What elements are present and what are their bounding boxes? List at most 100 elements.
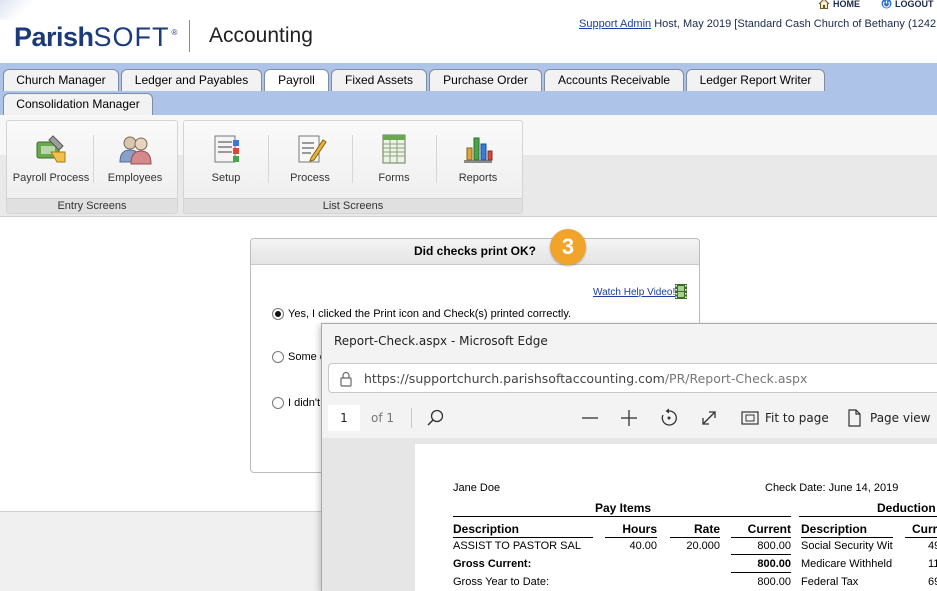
pdf-toolbar: 1 of 1 Fit to page Page view bbox=[322, 400, 937, 436]
tab-church-manager[interactable]: Church Manager bbox=[3, 69, 119, 91]
ded-col-description: Description bbox=[801, 522, 868, 536]
payroll-process-label: Payroll Process bbox=[12, 172, 90, 184]
option-label: I didn't bbox=[288, 397, 321, 409]
tab-accounts-receivable[interactable]: Accounts Receivable bbox=[544, 69, 684, 91]
tab-consolidation-manager[interactable]: Consolidation Manager bbox=[3, 93, 153, 115]
logout-label: LOGOUT bbox=[895, 0, 934, 9]
process-icon bbox=[298, 135, 327, 163]
col-underline bbox=[905, 537, 937, 538]
address-bar[interactable]: https://supportchurch.parishsoftaccounti… bbox=[328, 363, 937, 393]
employee-name: Jane Doe bbox=[453, 482, 501, 494]
edge-browser-window: Report-Check.aspx - Microsoft Edge https… bbox=[321, 323, 937, 591]
pdf-page: Jane Doe Check Date: June 14, 2019 Pay I… bbox=[415, 444, 937, 591]
page-view-icon[interactable] bbox=[843, 407, 865, 429]
process-button[interactable]: Process bbox=[268, 128, 352, 190]
reports-icon bbox=[464, 137, 493, 163]
home-label: HOME bbox=[833, 0, 860, 9]
col-underline bbox=[670, 537, 720, 538]
pay-row-current: 800.00 bbox=[757, 540, 791, 552]
tab-ledger-and-payables[interactable]: Ledger and Payables bbox=[121, 69, 262, 91]
option-label: Yes, I clicked the Print icon and Check(… bbox=[288, 308, 572, 320]
rotate-icon[interactable] bbox=[658, 407, 680, 429]
user-context: Host, May 2019 [Standard Cash Church of … bbox=[651, 18, 937, 30]
pdf-viewer[interactable]: Jane Doe Check Date: June 14, 2019 Pay I… bbox=[322, 438, 937, 591]
header-divider bbox=[189, 20, 190, 52]
payroll-process-button[interactable]: Payroll Process bbox=[9, 128, 93, 190]
col-underline bbox=[605, 537, 657, 538]
zoom-out-icon[interactable] bbox=[579, 407, 601, 429]
deduction-current: 49 bbox=[928, 540, 937, 552]
fit-to-page-icon[interactable] bbox=[739, 407, 761, 429]
logo-registered-mark: ® bbox=[171, 28, 178, 37]
user-info: Support Admin Host, May 2019 [Standard C… bbox=[579, 18, 936, 30]
pay-items-rule bbox=[453, 516, 791, 517]
col-underline bbox=[453, 537, 593, 538]
option-printed-correctly[interactable]: Yes, I clicked the Print icon and Check(… bbox=[272, 308, 571, 320]
reports-button[interactable]: Reports bbox=[436, 128, 520, 190]
watch-help-video-link[interactable]: Watch Help Video! bbox=[593, 287, 675, 298]
deductions-rule bbox=[799, 516, 937, 517]
setup-icon bbox=[214, 135, 239, 163]
setup-button[interactable]: Setup bbox=[184, 128, 268, 190]
gross-current-label: Gross Current: bbox=[453, 558, 532, 570]
forms-label: Forms bbox=[378, 172, 410, 184]
home-link[interactable]: HOME bbox=[818, 0, 860, 9]
forms-button[interactable]: Forms bbox=[352, 128, 436, 190]
window-title: Report-Check.aspx - Microsoft Edge bbox=[334, 334, 548, 348]
deduction-description: Medicare Withheld bbox=[801, 558, 893, 570]
option-some-checks[interactable]: Some c bbox=[272, 351, 325, 363]
zoom-in-icon[interactable] bbox=[618, 407, 640, 429]
deduction-current: 11 bbox=[928, 558, 937, 570]
module-tab-bar: Church Manager Ledger and Payables Payro… bbox=[0, 63, 937, 115]
film-icon[interactable] bbox=[675, 284, 687, 299]
logout-link[interactable]: LOGOUT bbox=[881, 0, 934, 9]
page-count: of 1 bbox=[371, 411, 395, 425]
page-view-button[interactable]: Page view bbox=[870, 411, 931, 425]
gross-rule bbox=[731, 572, 791, 573]
col-underline bbox=[731, 537, 791, 538]
col-description: Description bbox=[453, 522, 520, 536]
tab-purchase-order[interactable]: Purchase Order bbox=[429, 69, 542, 91]
gross-current-value: 800.00 bbox=[757, 558, 791, 570]
parishsoft-logo: ParishSOFT ® bbox=[14, 22, 177, 53]
forms-icon bbox=[382, 134, 406, 164]
app-title: Accounting bbox=[209, 24, 313, 47]
radio-didnt-print[interactable] bbox=[272, 397, 284, 409]
logo-text-light: SOFT bbox=[93, 22, 170, 52]
tab-fixed-assets[interactable]: Fixed Assets bbox=[331, 69, 427, 91]
radio-printed-correctly[interactable] bbox=[272, 308, 284, 320]
user-name-link[interactable]: Support Admin bbox=[579, 18, 651, 30]
tab-ledger-report-writer[interactable]: Ledger Report Writer bbox=[686, 69, 825, 91]
toolbar-separator bbox=[411, 408, 412, 428]
step-number-badge: 3 bbox=[550, 229, 586, 265]
gross-ytd-value: 800.00 bbox=[757, 576, 791, 588]
reports-label: Reports bbox=[458, 172, 498, 184]
deductions-heading: Deduction bbox=[877, 501, 936, 515]
entry-screens-label: Entry Screens bbox=[7, 198, 177, 213]
logout-icon bbox=[881, 0, 892, 9]
lock-icon bbox=[340, 371, 352, 387]
col-rate: Rate bbox=[693, 522, 720, 536]
ribbon-toolbar: Payroll Process Employees Entry Screens bbox=[0, 115, 937, 217]
ded-col-current: Curr bbox=[912, 522, 937, 536]
option-label: Some c bbox=[288, 351, 326, 363]
col-underline bbox=[801, 537, 893, 538]
entry-screens-group: Payroll Process Employees Entry Screens bbox=[6, 120, 178, 214]
page-footer-band bbox=[0, 511, 323, 591]
tab-payroll[interactable]: Payroll bbox=[264, 69, 329, 91]
app-header: ParishSOFT ® Accounting HOME LOGOUT Suppo… bbox=[0, 0, 937, 63]
logo-text-bold: Parish bbox=[14, 22, 94, 52]
radio-some-checks[interactable] bbox=[272, 351, 284, 363]
employees-label: Employees bbox=[107, 172, 163, 184]
col-hours: Hours bbox=[622, 522, 657, 536]
search-icon[interactable] bbox=[425, 407, 447, 429]
employees-button[interactable]: Employees bbox=[93, 128, 177, 190]
deduction-description: Social Security Wit bbox=[801, 540, 893, 552]
process-label: Process bbox=[290, 172, 330, 184]
fullscreen-icon[interactable] bbox=[698, 407, 720, 429]
list-screens-label: List Screens bbox=[184, 198, 522, 213]
page-number-input[interactable]: 1 bbox=[328, 405, 360, 431]
fit-to-page-button[interactable]: Fit to page bbox=[765, 411, 829, 425]
option-didnt-print[interactable]: I didn't bbox=[272, 397, 320, 409]
home-icon bbox=[818, 0, 830, 9]
